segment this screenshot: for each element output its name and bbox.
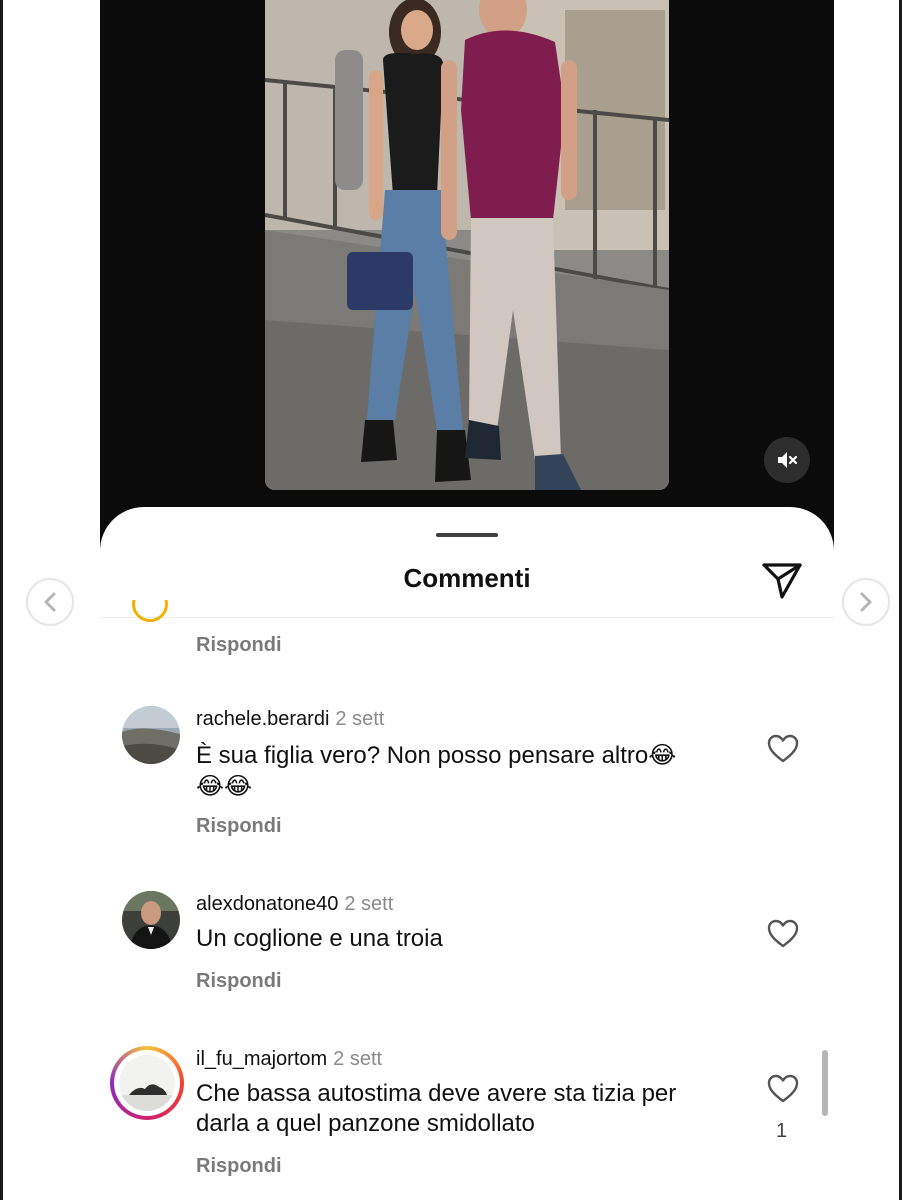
comment-header: il_fu_majortom 2 sett — [196, 1048, 382, 1071]
like-button[interactable] — [766, 733, 800, 765]
speaker-muted-icon — [778, 452, 798, 468]
like-button[interactable] — [766, 1073, 800, 1105]
comment-timestamp: 2 sett — [333, 1048, 383, 1070]
heart-icon — [767, 734, 799, 763]
comment-header: alexdonatone40 2 sett — [196, 893, 393, 916]
comment-username[interactable]: rachele.berardi — [196, 708, 329, 730]
avatar-landscape-image — [122, 706, 180, 764]
heart-icon — [767, 1074, 799, 1103]
comments-scrollbar[interactable] — [822, 1050, 828, 1116]
comment-text: Un coglione e una troia — [196, 924, 736, 954]
heart-icon — [767, 919, 799, 948]
chevron-left-icon — [44, 592, 56, 612]
mute-button[interactable] — [764, 437, 810, 483]
comment-timestamp: 2 sett — [344, 893, 394, 915]
laughing-emoji: 😂 — [648, 741, 677, 769]
paper-plane-icon — [762, 563, 802, 599]
reply-button[interactable]: Rispondi — [196, 815, 282, 838]
comment-text: Che bassa autostima deve avere sta tizia… — [196, 1079, 736, 1139]
share-button[interactable] — [760, 557, 804, 601]
reply-button[interactable]: Rispondi — [196, 1155, 282, 1178]
next-story-button[interactable] — [842, 578, 890, 626]
comment-text-line: È sua figlia vero? Non posso pensare alt… — [196, 742, 649, 769]
avatar-person-image — [122, 891, 180, 949]
comment-text-line: Un coglione e una troia — [196, 925, 443, 952]
comment-username[interactable]: alexdonatone40 — [196, 893, 338, 915]
sheet-header-divider — [100, 617, 834, 618]
comment-username[interactable]: il_fu_majortom — [196, 1048, 327, 1070]
chevron-right-icon — [860, 592, 872, 612]
like-count: 1 — [776, 1120, 788, 1142]
sheet-title: Commenti — [403, 563, 531, 593]
avatar[interactable] — [122, 891, 180, 949]
comment-text-line: Che bassa autostima deve avere sta tizia… — [196, 1080, 677, 1107]
comment-header: rachele.berardi 2 sett — [196, 708, 384, 731]
avatar[interactable] — [122, 706, 180, 764]
sheet-drag-handle[interactable] — [436, 533, 498, 537]
comment-text: È sua figlia vero? Non posso pensare alt… — [196, 740, 736, 802]
reply-button[interactable]: Rispondi — [196, 634, 282, 657]
comment-text-line: darla a quel panzone smidollato — [196, 1110, 535, 1137]
like-button[interactable] — [766, 918, 800, 950]
story-photo[interactable] — [265, 0, 669, 490]
comment-timestamp: 2 sett — [335, 708, 385, 730]
previous-comment-avatar[interactable] — [132, 600, 168, 624]
laughing-emoji: 😂😂 — [196, 772, 253, 800]
street-photo-illustration — [265, 0, 669, 490]
avatar-story-ring[interactable] — [110, 1046, 184, 1120]
window-left-border — [0, 0, 3, 1200]
avatar-rock-image — [119, 1055, 175, 1111]
reply-button[interactable]: Rispondi — [196, 970, 282, 993]
previous-story-button[interactable] — [26, 578, 74, 626]
